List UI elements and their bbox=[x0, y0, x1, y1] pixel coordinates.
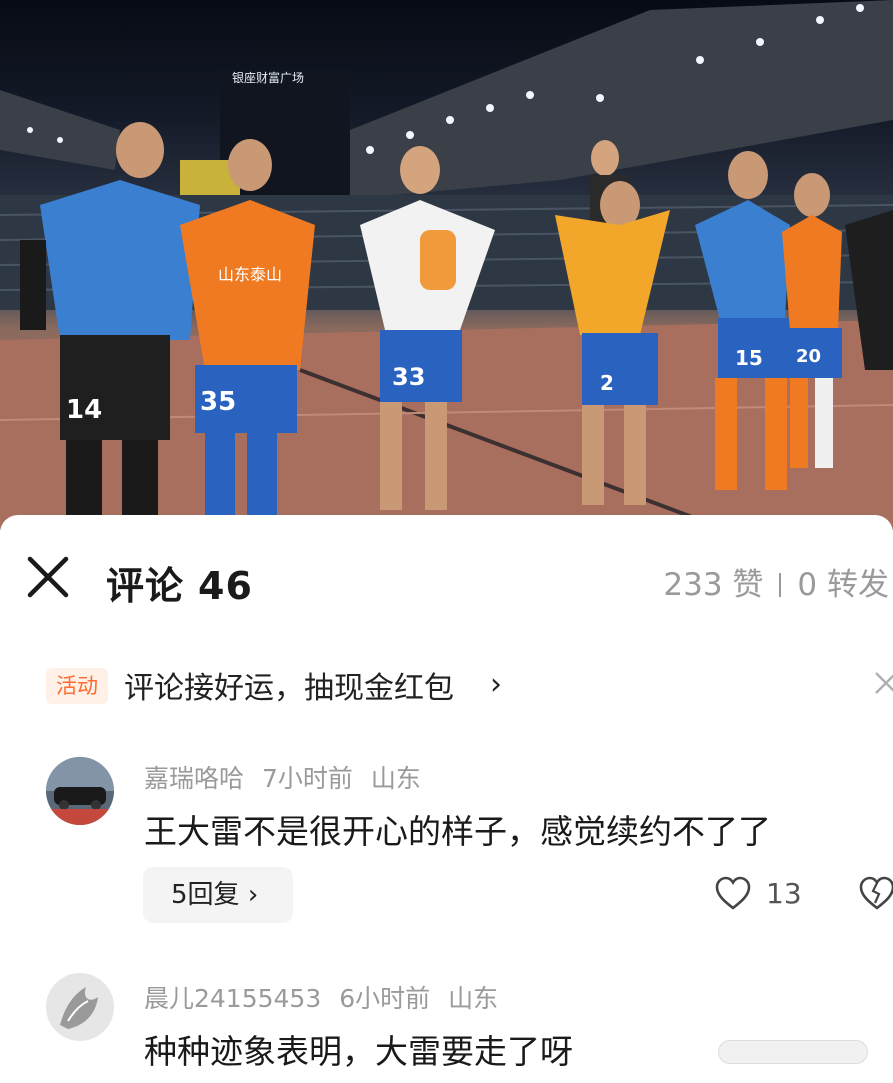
svg-text:15: 15 bbox=[735, 346, 763, 370]
post-photo[interactable]: 银座财富广场 14 山东泰山 35 33 2 15 20 bbox=[0, 0, 893, 530]
home-indicator bbox=[718, 1040, 868, 1064]
page-title: 评论 46 bbox=[106, 555, 253, 610]
view-replies-button[interactable]: 5回复 › bbox=[143, 867, 293, 923]
avatar-image bbox=[46, 757, 114, 825]
shares-stat[interactable]: 0 转发 bbox=[797, 567, 889, 603]
svg-text:33: 33 bbox=[392, 363, 425, 391]
billboard-text: 银座财富广场 bbox=[232, 70, 304, 85]
stadium-scene: 银座财富广场 14 山东泰山 35 33 2 15 20 bbox=[0, 0, 893, 530]
promo-badge: 活动 bbox=[46, 668, 108, 704]
svg-text:2: 2 bbox=[600, 371, 614, 395]
replies-label: 5回复 bbox=[171, 880, 240, 910]
post-stats: 233 赞 0 转发 bbox=[663, 559, 889, 604]
location: 山东 bbox=[370, 764, 421, 793]
comment-sheet: 评论 46 233 赞 0 转发 活动 评论接好运，抽现金红包 › 嘉瑞咯哈 7小时前… bbox=[0, 515, 893, 1083]
promo-text[interactable]: 评论接好运，抽现金红包 bbox=[124, 663, 454, 707]
likes-stat[interactable]: 233 赞 bbox=[663, 567, 763, 603]
username[interactable]: 嘉瑞咯哈 bbox=[144, 764, 244, 793]
broken-heart-icon[interactable] bbox=[858, 875, 893, 913]
chevron-right-icon: › bbox=[490, 667, 502, 702]
svg-text:20: 20 bbox=[796, 346, 821, 367]
stat-divider bbox=[779, 573, 782, 597]
svg-text:35: 35 bbox=[200, 387, 236, 417]
svg-text:山东泰山: 山东泰山 bbox=[218, 265, 282, 284]
avatar[interactable] bbox=[46, 757, 114, 825]
chevron-right-icon: › bbox=[247, 880, 259, 910]
location: 山东 bbox=[448, 984, 499, 1013]
username[interactable]: 晨儿24155453 bbox=[144, 984, 321, 1013]
comments-label: 评论 bbox=[106, 564, 185, 608]
avatar[interactable] bbox=[46, 973, 114, 1041]
comment-text[interactable]: 种种迹象表明，大雷要走了呀 bbox=[144, 1025, 573, 1073]
close-icon bbox=[27, 556, 69, 598]
comment-meta: 嘉瑞咯哈 7小时前 山东 bbox=[144, 759, 439, 795]
heart-icon[interactable] bbox=[714, 875, 752, 913]
comment-sheet-header: 评论 46 233 赞 0 转发 bbox=[0, 515, 893, 640]
timestamp: 6小时前 bbox=[339, 984, 431, 1013]
comment-text[interactable]: 王大雷不是很开心的样子，感觉续约不了了 bbox=[144, 805, 771, 853]
timestamp: 7小时前 bbox=[262, 764, 353, 793]
avatar-image bbox=[46, 973, 114, 1041]
comment-item: 嘉瑞咯哈 7小时前 山东 王大雷不是很开心的样子，感觉续约不了了 5回复 › 13 bbox=[0, 753, 893, 973]
close-small-icon[interactable] bbox=[868, 665, 893, 701]
like-count: 13 bbox=[766, 877, 802, 910]
comment-meta: 晨儿24155453 6小时前 山东 bbox=[144, 979, 516, 1015]
promo-banner[interactable]: 活动 评论接好运，抽现金红包 › bbox=[0, 655, 893, 715]
comment-item: 晨儿24155453 6小时前 山东 种种迹象表明，大雷要走了呀 bbox=[0, 971, 893, 1083]
svg-text:14: 14 bbox=[66, 395, 102, 425]
close-button[interactable] bbox=[24, 553, 72, 601]
comment-count: 46 bbox=[198, 564, 253, 608]
